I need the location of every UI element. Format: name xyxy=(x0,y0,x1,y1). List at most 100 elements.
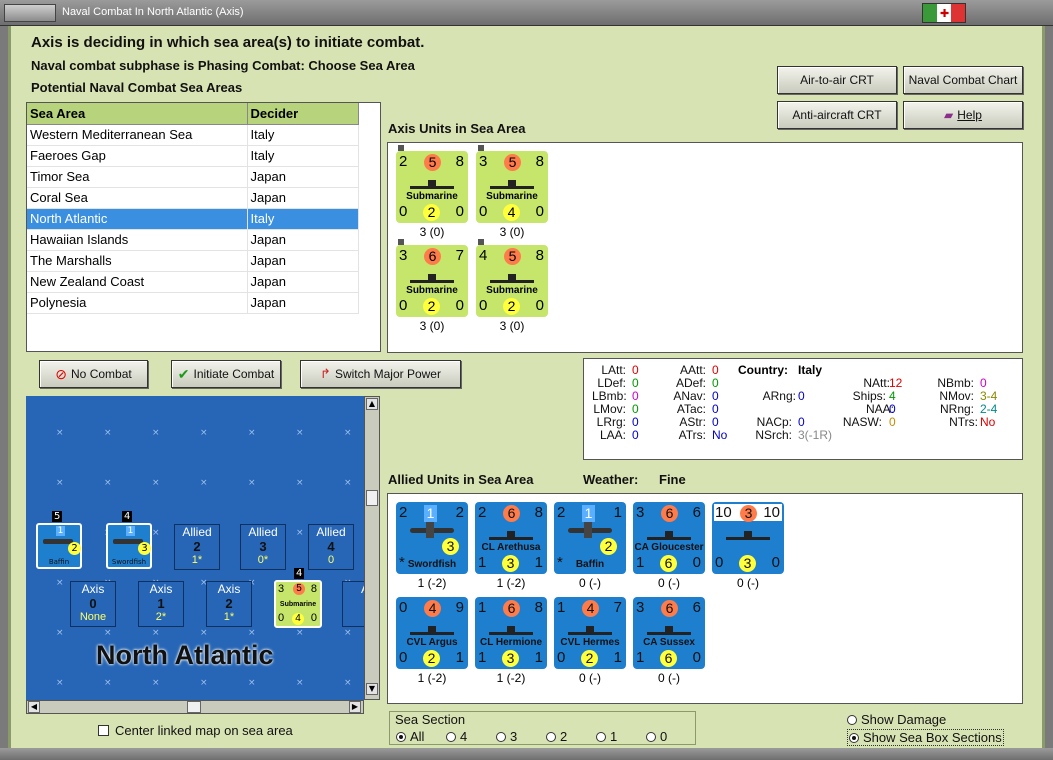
unit-counter[interactable]: 3 5 8 Submarine 0 4 0 xyxy=(476,151,548,223)
radio-button-selected[interactable] xyxy=(849,733,859,743)
counter-value-top: 1 xyxy=(126,526,135,536)
anti-aircraft-crt-button[interactable]: Anti-aircraft CRT xyxy=(777,101,897,129)
system-menu-button[interactable] xyxy=(4,4,56,22)
unit-counter[interactable]: 2 1 1 Baffin * 2 xyxy=(554,502,626,574)
show-sea-box-sections-radio[interactable]: Show Sea Box Sections xyxy=(847,729,1004,746)
map-unit-counter[interactable]: 1 3 Swordfish xyxy=(106,523,152,569)
map-unit-counter[interactable]: 3 5 8 Submarine 0 4 0 xyxy=(274,580,322,628)
table-row[interactable]: Timor Sea Japan xyxy=(27,166,359,188)
sea-box-axis-partial[interactable]: A xyxy=(342,581,364,627)
column-header-sea-area[interactable]: Sea Area xyxy=(27,103,248,125)
sea-box-side: Allied xyxy=(182,525,212,539)
stat-label: NAtt: xyxy=(863,376,890,390)
unit-counter[interactable]: 2 5 8 Submarine 0 2 0 xyxy=(396,151,468,223)
counter-value-tl: 1 xyxy=(557,599,566,616)
unit-counter[interactable]: 0 4 9 CVL Argus 0 2 1 xyxy=(396,597,468,669)
table-row[interactable]: Faeroes Gap Italy xyxy=(27,145,359,167)
horizontal-scroll-thumb[interactable] xyxy=(187,701,201,713)
table-row[interactable]: Hawaiian Islands Japan xyxy=(27,229,359,251)
unit-counter[interactable]: 4 5 8 Submarine 0 2 0 xyxy=(476,245,548,317)
vertical-scroll-thumb[interactable] xyxy=(366,490,378,506)
counter-name: CA Sussex xyxy=(643,637,695,648)
sea-box-axis[interactable]: Axis 0 None xyxy=(70,581,116,627)
radio-button[interactable] xyxy=(596,732,606,742)
sea-box-allied[interactable]: Allied 2 1* xyxy=(174,524,220,570)
counter-value-tc: 5 xyxy=(424,154,441,171)
sea-area-map[interactable]: North Atlantic × × × × × × × × × × × × × × × × × × × × × × × × ×… xyxy=(26,396,364,700)
initiate-combat-button[interactable]: ✔ Initiate Combat xyxy=(171,360,281,388)
sea-section-option-4[interactable]: 4 xyxy=(446,729,496,744)
radio-button[interactable] xyxy=(847,715,857,725)
counter-value-bl: 0 xyxy=(479,297,488,314)
help-button[interactable]: ▰ Help xyxy=(903,101,1023,129)
counter-value-tr: 9 xyxy=(455,599,464,616)
column-header-decider[interactable]: Decider xyxy=(247,103,359,125)
counter-value-bl: 0 xyxy=(399,649,408,666)
decider-cell: Japan xyxy=(247,166,359,188)
unit-counter[interactable]: 1 6 8 CL Hermione 1 3 1 xyxy=(475,597,547,669)
naval-combat-chart-button[interactable]: Naval Combat Chart xyxy=(903,66,1023,94)
sea-section-label: Sea Section xyxy=(395,712,466,727)
center-map-checkbox[interactable]: Center linked map on sea area xyxy=(98,723,293,738)
sea-area-list[interactable]: Sea Area Decider Western Mediterranean S… xyxy=(26,102,381,352)
table-row[interactable]: The Marshalls Japan xyxy=(27,250,359,272)
unit-counter[interactable]: 1 4 7 CVL Hermes 0 2 1 xyxy=(554,597,626,669)
counter-value-br: 1 xyxy=(613,649,622,666)
counter-value-bc: 2 xyxy=(503,298,520,315)
unit-counter[interactable]: 3 6 6 CA Sussex 1 6 0 xyxy=(633,597,705,669)
unit-counter[interactable]: 2 6 8 CL Arethusa 1 3 1 xyxy=(475,502,547,574)
radio-button[interactable] xyxy=(446,732,456,742)
map-horizontal-scrollbar[interactable]: ◀ ▶ xyxy=(26,700,364,714)
wave-mark: × xyxy=(104,628,112,638)
counter-subvalue: 1 (-2) xyxy=(417,576,447,590)
sea-section-option-2[interactable]: 2 xyxy=(546,729,596,744)
title-bar[interactable]: Naval Combat In North Atlantic (Axis) ✚ xyxy=(0,0,1053,26)
sea-section-option-1[interactable]: 1 xyxy=(596,729,646,744)
table-row[interactable]: New Zealand Coast Japan xyxy=(27,271,359,293)
unit-counter[interactable]: 2 1 2 Swordfish * 3 xyxy=(396,502,468,574)
country-value: Italy xyxy=(798,363,823,377)
map-unit-counter[interactable]: 1 2 Baffin xyxy=(36,523,82,569)
unit-counter[interactable]: 3 6 7 Submarine 0 2 0 xyxy=(396,245,468,317)
table-row[interactable]: Coral Sea Japan xyxy=(27,187,359,209)
scroll-right-icon[interactable]: ▶ xyxy=(349,701,361,713)
wave-mark: × xyxy=(200,478,208,488)
scroll-left-icon[interactable]: ◀ xyxy=(28,701,40,713)
unit-counter[interactable]: 10 3 10 0 3 0 xyxy=(712,502,784,574)
stat-value: 0 xyxy=(889,402,896,416)
show-damage-radio[interactable]: Show Damage xyxy=(847,712,946,727)
ship-icon xyxy=(490,179,534,189)
radio-button[interactable] xyxy=(546,732,556,742)
counter-subvalue: 0 (-) xyxy=(737,576,759,590)
table-row[interactable]: Western Mediterranean Sea Italy xyxy=(27,124,359,146)
radio-button[interactable] xyxy=(646,732,656,742)
map-vertical-scrollbar[interactable]: ▲ ▼ xyxy=(364,396,380,700)
sea-box-axis[interactable]: Axis 2 1* xyxy=(206,581,252,627)
checkbox-box[interactable] xyxy=(98,725,109,736)
counter-subvalue: 3 (0) xyxy=(419,225,445,239)
wave-mark: × xyxy=(152,478,160,488)
switch-major-power-button[interactable]: ↱ Switch Major Power xyxy=(300,360,461,388)
air-to-air-crt-button[interactable]: Air-to-air CRT xyxy=(777,66,897,94)
table-row[interactable]: North Atlantic Italy xyxy=(27,208,359,230)
sea-section-option-3[interactable]: 3 xyxy=(496,729,546,744)
sea-box-allied[interactable]: Allied 3 0* xyxy=(240,524,286,570)
sea-box-axis[interactable]: Axis 1 2* xyxy=(138,581,184,627)
unit-counter[interactable]: 3 6 6 CA Gloucester 1 6 0 xyxy=(633,502,705,574)
sea-area-cell: Hawaiian Islands xyxy=(27,229,248,251)
scroll-down-icon[interactable]: ▼ xyxy=(366,683,378,695)
no-combat-button[interactable]: ⊘ No Combat xyxy=(39,360,148,388)
counter-value-bl: 0 xyxy=(479,203,488,220)
sea-section-option-0[interactable]: 0 xyxy=(646,729,696,744)
stat-label: LRrg: xyxy=(596,415,626,429)
sea-section-option-All[interactable]: All xyxy=(396,729,446,744)
radio-button[interactable] xyxy=(396,732,406,742)
scroll-up-icon[interactable]: ▲ xyxy=(366,398,378,410)
sea-box-number: 1 xyxy=(157,596,165,611)
radio-button[interactable] xyxy=(496,732,506,742)
sea-box-allied[interactable]: Allied 4 0 xyxy=(308,524,354,570)
book-icon: ▰ xyxy=(944,108,954,122)
stat-value: 0 xyxy=(632,389,639,403)
table-row[interactable]: Polynesia Japan xyxy=(27,292,359,314)
stat-label: NBmb: xyxy=(937,376,974,390)
